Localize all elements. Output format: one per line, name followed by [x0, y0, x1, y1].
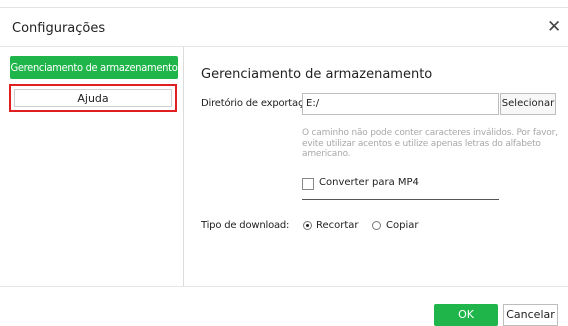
section-title: Gerenciamento de armazenamento	[201, 67, 433, 82]
radio-copiar[interactable]	[372, 221, 381, 230]
radio-recortar-label: Recortar	[316, 220, 359, 231]
sidebar-divider	[183, 47, 184, 287]
path-hint-text: O caminho não pode conter caracteres inv…	[302, 128, 558, 159]
radio-copiar-label: Copiar	[386, 220, 419, 231]
header-divider	[0, 46, 568, 47]
sidebar-item-storage-management[interactable]: Gerenciamento de armazenamento	[10, 56, 178, 79]
window-top-border	[0, 7, 568, 8]
sidebar-item-help-highlight: Ajuda	[9, 84, 177, 112]
options-divider	[302, 199, 499, 200]
export-dir-label: Diretório de exportação:	[201, 98, 319, 109]
radio-recortar[interactable]	[303, 221, 312, 230]
export-dir-input[interactable]: E:/	[302, 93, 499, 115]
footer-divider	[0, 286, 568, 287]
download-type-label: Tipo de download:	[201, 220, 290, 231]
sidebar-item-help[interactable]: Ajuda	[14, 89, 172, 107]
dialog-title: Configurações	[12, 21, 106, 36]
select-folder-button[interactable]: Selecionar	[500, 93, 556, 115]
close-icon[interactable]: ✕	[547, 18, 561, 36]
convert-mp4-checkbox[interactable]	[302, 178, 314, 190]
convert-mp4-label: Converter para MP4	[319, 177, 419, 188]
